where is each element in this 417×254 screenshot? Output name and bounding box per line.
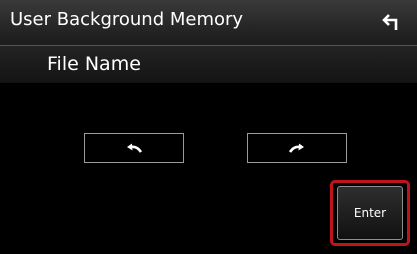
curved-arrow-right-icon <box>288 143 304 153</box>
curved-arrow-left-icon <box>127 143 143 153</box>
title-bar: User Background Memory <box>0 0 417 46</box>
back-button[interactable] <box>372 6 410 40</box>
screen: User Background Memory File Name Enter <box>0 0 417 254</box>
next-button[interactable] <box>247 133 347 163</box>
previous-button[interactable] <box>84 133 184 163</box>
enter-button[interactable]: Enter <box>337 186 403 240</box>
file-name-label: File Name <box>47 53 141 75</box>
page-title: User Background Memory <box>10 9 244 30</box>
file-name-bar: File Name <box>0 46 417 83</box>
return-arrow-icon <box>382 14 398 30</box>
